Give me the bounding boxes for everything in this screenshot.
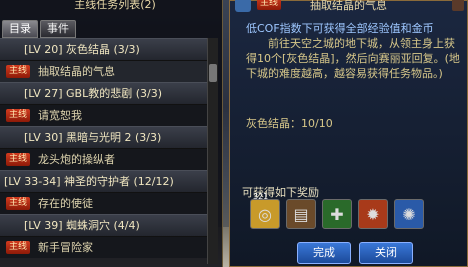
main-quest-badge: 主线 bbox=[6, 241, 31, 254]
main-quest-badge: 主线 bbox=[6, 197, 31, 210]
potion-exp-icon[interactable]: ✚ bbox=[322, 199, 352, 229]
quest-step[interactable]: 主线 龙头炮的操纵者 bbox=[0, 149, 218, 170]
quest-title[interactable]: [LV 39] 蜘蛛洞穴 (4/4) bbox=[0, 214, 218, 237]
coin-icon[interactable]: 321 ◎ bbox=[250, 192, 280, 229]
main-quest-badge: 主线 bbox=[257, 0, 282, 10]
complete-button[interactable]: 完成 bbox=[297, 242, 351, 264]
close-button[interactable]: 关闭 bbox=[359, 242, 413, 264]
progress-item-name: 灰色结晶： bbox=[246, 117, 301, 130]
main-quest-badge: 主线 bbox=[6, 153, 31, 166]
quest-step[interactable]: 主线 新手冒险家 bbox=[0, 237, 218, 258]
quest-step[interactable]: 主线 抽取结晶的气息 bbox=[0, 61, 218, 82]
main-quest-badge: 主线 bbox=[6, 65, 31, 78]
quest-title[interactable]: [LV 20] 灰色结晶 (3/3) bbox=[0, 38, 218, 61]
quest-title[interactable]: [LV 33-34] 神圣的守护者 (12/12) bbox=[0, 170, 218, 193]
quest-step-label: 抽取结晶的气息 bbox=[38, 65, 115, 78]
scrollbar-thumb[interactable] bbox=[209, 64, 217, 82]
action-buttons: 完成 关闭 bbox=[297, 242, 413, 264]
quest-step-label: 存在的使徒 bbox=[38, 197, 93, 210]
reward-glyph: ✺ bbox=[402, 204, 416, 224]
quest-objective-text: 前往天空之城的地下城，从领主身上获得10个[灰色结晶]，然后向赛丽亚回复。(地下… bbox=[246, 37, 460, 80]
quest-detail-panel: 主线 抽取结晶的气息 低COF指数下可获得全部经验值和金币 前往天空之城的地下城… bbox=[229, 0, 468, 267]
quest-step-label: 请宽恕我 bbox=[38, 109, 82, 122]
quest-list-title: 主线任务列表(2) bbox=[74, 0, 156, 11]
reward-items: 321 ◎ ▤ ✚ ✹ ✺ bbox=[250, 192, 424, 229]
quest-detail-title: 抽取结晶的气息 bbox=[310, 0, 387, 12]
quest-icon bbox=[235, 0, 251, 12]
book-icon[interactable]: ▤ bbox=[286, 199, 316, 229]
quest-title[interactable]: [LV 27] GBL教的悲剧 (3/3) bbox=[0, 82, 218, 105]
quest-title[interactable]: [LV 30] 黑暗与光明 2 (3/3) bbox=[0, 126, 218, 149]
cof-notice: 低COF指数下可获得全部经验值和金币 bbox=[246, 22, 434, 35]
tab-events[interactable]: 事件 bbox=[40, 20, 76, 38]
progress-value: 10/10 bbox=[301, 117, 333, 130]
quest-step[interactable]: 主线 请宽恕我 bbox=[0, 105, 218, 126]
blue-orb-icon[interactable]: ✺ bbox=[394, 199, 424, 229]
reward-glyph: ✚ bbox=[330, 204, 344, 224]
quest-list: [LV 20] 灰色结晶 (3/3) 主线 抽取结晶的气息 [LV 27] GB… bbox=[0, 38, 218, 258]
tab-catalog[interactable]: 目录 bbox=[2, 20, 38, 38]
main-quest-badge: 主线 bbox=[6, 109, 31, 122]
quest-step[interactable]: 主线 存在的使徒 bbox=[0, 193, 218, 214]
quest-description: 低COF指数下可获得全部经验值和金币 前往天空之城的地下城，从领主身上获得10个… bbox=[246, 21, 460, 81]
fire-orb-icon[interactable]: ✹ bbox=[358, 199, 388, 229]
reward-glyph: ▤ bbox=[293, 204, 309, 224]
close-icon[interactable] bbox=[452, 0, 464, 11]
reward-glyph: ✹ bbox=[366, 204, 380, 224]
quest-step-label: 龙头炮的操纵者 bbox=[38, 153, 115, 166]
quest-list-panel: 主线任务列表(2) 目录 事件 [LV 20] 灰色结晶 (3/3) 主线 抽取… bbox=[0, 0, 223, 267]
quest-progress: 灰色结晶：10/10 bbox=[246, 116, 333, 131]
quest-tabs: 目录 事件 bbox=[2, 20, 76, 38]
reward-glyph: ◎ bbox=[258, 204, 272, 224]
quest-list-scrollbar[interactable] bbox=[207, 38, 218, 264]
quest-step-label: 新手冒险家 bbox=[38, 241, 93, 254]
reward-count: 321 bbox=[253, 192, 269, 201]
